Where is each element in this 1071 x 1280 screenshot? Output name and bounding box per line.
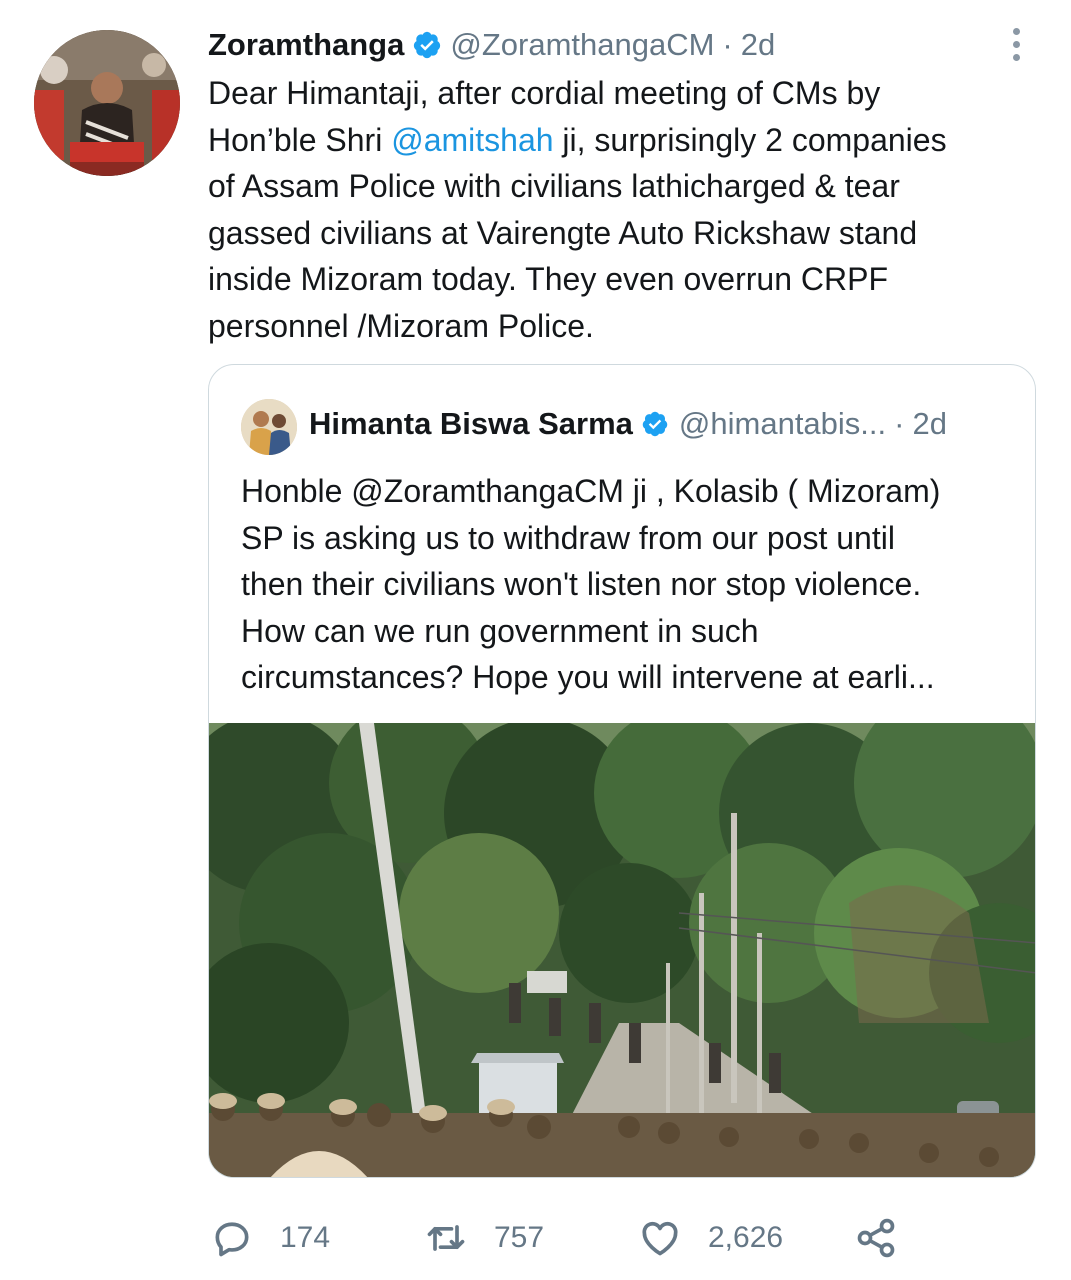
quoted-text-line: Honble @ZoramthangaCM ji , Kolasib ( Miz…: [241, 473, 941, 509]
author-avatar[interactable]: [34, 30, 180, 176]
reply-button[interactable]: 174: [210, 1208, 330, 1268]
like-button[interactable]: 2,626: [638, 1208, 783, 1268]
tweet-text-line: of Assam Police with civilians lathichar…: [208, 168, 900, 204]
retweet-count: 757: [494, 1221, 545, 1254]
separator-dot: ·: [722, 27, 733, 62]
share-icon: [857, 1218, 895, 1258]
quoted-author-handle: @himantabis...: [678, 406, 887, 441]
more-options-icon: [1012, 27, 1020, 35]
author-handle[interactable]: @ZoramthangaCM: [450, 27, 714, 63]
verified-badge-icon: [414, 31, 441, 59]
tweet-header: Zoramthanga @ZoramthangaCM · 2d: [208, 24, 775, 66]
share-button[interactable]: [854, 1208, 898, 1268]
more-options-button[interactable]: [1000, 22, 1032, 66]
like-count: 2,626: [708, 1221, 784, 1254]
reply-count: 174: [280, 1221, 331, 1254]
tweet-text-line: inside Mizoram today. They even overrun …: [208, 261, 888, 297]
quoted-text-line: SP is asking us to withdraw from our pos…: [241, 519, 895, 556]
retweet-button[interactable]: 757: [424, 1208, 544, 1268]
reply-icon: [215, 1222, 249, 1257]
verified-badge-icon: [642, 411, 668, 437]
retweet-icon: [427, 1225, 465, 1251]
quoted-author-name: Himanta Biswa Sarma: [309, 406, 633, 441]
quoted-tweet-media-photo[interactable]: [209, 723, 1036, 1178]
author-avatar-image: [34, 30, 180, 176]
quoted-text-line: then their civilians won't listen nor st…: [241, 566, 922, 602]
tweet-text-line: gassed civilians at Vairengte Auto Ricks…: [208, 214, 918, 251]
quoted-text-line: How can we run government in such: [241, 612, 759, 649]
quoted-text-line: circumstances? Hope you will intervene a…: [241, 659, 935, 695]
tweet-timestamp[interactable]: 2d: [741, 27, 775, 63]
tweet-text-line: Dear Himantaji, after cordial meeting of…: [208, 75, 881, 111]
tweet-text-line: personnel /Mizoram Police.: [208, 307, 594, 344]
tweet-text: Dear Himantaji, after cordial meeting of…: [208, 70, 1028, 349]
heart-icon: [642, 1221, 678, 1256]
quoted-author-avatar: [241, 399, 297, 455]
tweet-text-line: Hon’ble Shri @amitshah ji, surprisingly …: [208, 121, 947, 158]
tweet-action-bar: 174 757 2,626: [210, 1208, 910, 1268]
mention-link[interactable]: @amitshah: [391, 122, 553, 158]
quoted-tweet-header: Himanta Biswa Sarma @himantabis... · 2d: [309, 403, 947, 445]
quoted-tweet-timestamp: 2d: [912, 406, 947, 441]
quoted-tweet-text: Honble @ZoramthangaCM ji , Kolasib ( Miz…: [241, 468, 1021, 701]
quoted-tweet-card[interactable]: Himanta Biswa Sarma @himantabis... · 2d …: [208, 364, 1036, 1178]
separator-dot: ·: [894, 406, 905, 441]
quoted-author-avatar-image: [241, 399, 297, 455]
author-name[interactable]: Zoramthanga: [208, 27, 404, 63]
